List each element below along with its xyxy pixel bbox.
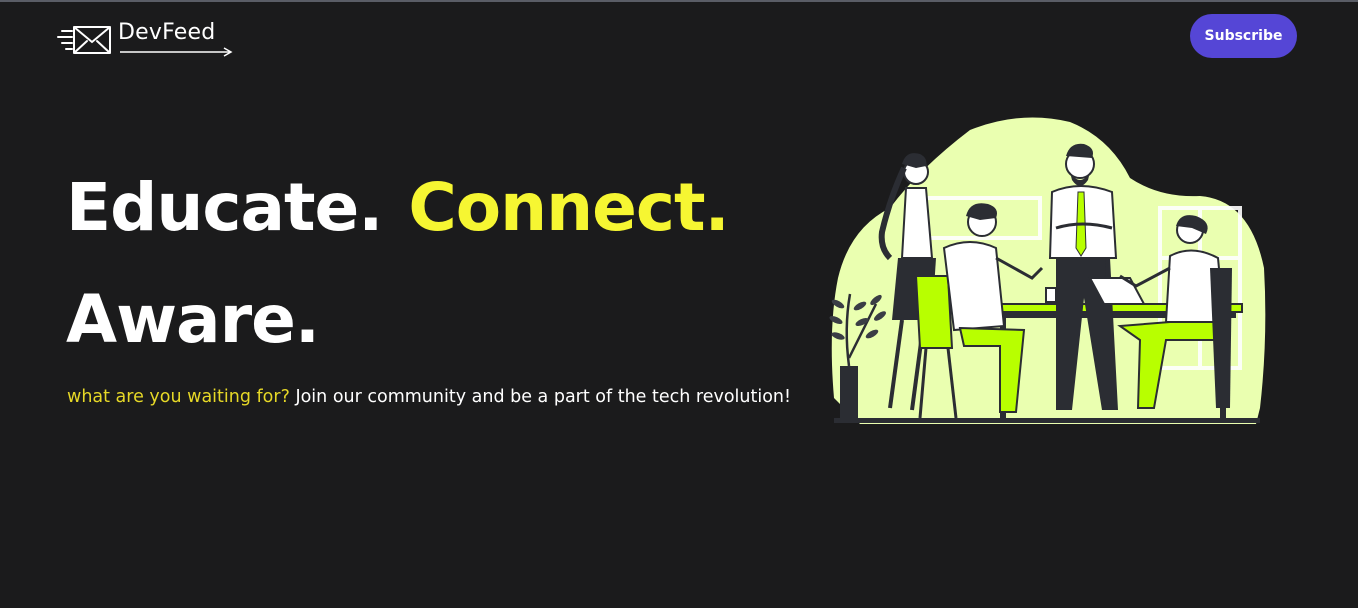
tagline: what are you waiting for? Join our commu… bbox=[67, 387, 791, 407]
team-meeting-illustration bbox=[829, 117, 1266, 424]
tagline-accent: what are you waiting for? bbox=[67, 387, 290, 407]
headline-word-aware: Aware. bbox=[66, 281, 320, 358]
envelope-icon bbox=[57, 26, 111, 54]
logo[interactable]: DevFeed bbox=[56, 20, 236, 60]
brand-name: DevFeed bbox=[118, 20, 216, 45]
tagline-text: Join our community and be a part of the … bbox=[289, 387, 792, 407]
subscribe-button[interactable]: Subscribe bbox=[1190, 14, 1297, 58]
headline-line-2: Aware. bbox=[66, 287, 320, 353]
headline-word-connect: Connect. bbox=[408, 169, 729, 246]
arrow-underline-icon bbox=[120, 47, 233, 57]
top-divider bbox=[0, 0, 1358, 2]
headline-word-educate: Educate. bbox=[66, 169, 383, 246]
headline-line-1: Educate. Connect. bbox=[66, 175, 730, 241]
page: DevFeed Subscribe Educate. Connect. Aware… bbox=[0, 0, 1358, 608]
